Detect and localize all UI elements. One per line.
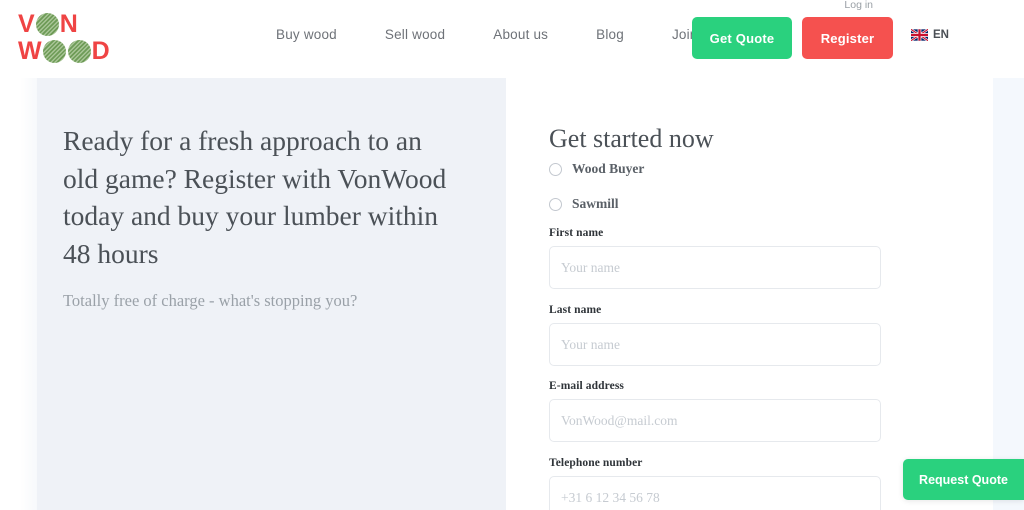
main-navigation: Buy wood Sell wood About us Blog Join us bbox=[268, 27, 740, 42]
nav-item-sell-wood[interactable]: Sell wood bbox=[361, 27, 469, 42]
hero-subheading: Totally free of charge - what's stopping… bbox=[63, 290, 358, 310]
label-telephone: Telephone number bbox=[549, 457, 643, 469]
hero-panel: Ready for a fresh approach to an old gam… bbox=[0, 78, 506, 510]
first-name-input[interactable] bbox=[549, 246, 881, 289]
radio-label-wood-buyer: Wood Buyer bbox=[572, 161, 645, 176]
field-first-name: First name bbox=[549, 227, 881, 289]
label-first-name: First name bbox=[549, 227, 604, 239]
logo-ring-icon bbox=[35, 13, 59, 36]
form-title: Get started now bbox=[549, 123, 714, 153]
right-edge-band bbox=[993, 78, 1024, 510]
vonwood-logo[interactable]: V N W D bbox=[18, 11, 122, 65]
field-telephone: Telephone number bbox=[549, 457, 881, 510]
logo-letter-v: V bbox=[18, 10, 35, 38]
logo-ring-icon bbox=[42, 40, 66, 63]
label-last-name: Last name bbox=[549, 304, 602, 316]
login-link[interactable]: Log in bbox=[844, 0, 873, 11]
get-quote-button[interactable]: Get Quote bbox=[692, 17, 792, 59]
label-email: E-mail address bbox=[549, 380, 624, 392]
site-header: V N W D Buy wood Sell wood About us Blog… bbox=[0, 0, 1024, 78]
nav-item-blog[interactable]: Blog bbox=[572, 27, 648, 42]
registration-form-panel: Get started now Wood Buyer Sawmill First… bbox=[506, 78, 993, 510]
email-input[interactable] bbox=[549, 399, 881, 442]
page-body: Ready for a fresh approach to an old gam… bbox=[0, 78, 1024, 510]
logo-line-2: W D bbox=[18, 38, 122, 65]
nav-item-buy-wood[interactable]: Buy wood bbox=[268, 27, 361, 42]
language-selector[interactable]: EN bbox=[911, 29, 949, 41]
radio-option-wood-buyer[interactable]: Wood Buyer bbox=[549, 161, 644, 177]
logo-line-1: V N bbox=[18, 11, 122, 38]
request-quote-floating-button[interactable]: Request Quote bbox=[903, 459, 1024, 500]
left-edge-gradient bbox=[0, 78, 37, 510]
radio-label-sawmill: Sawmill bbox=[572, 196, 619, 211]
logo-letter-d: D bbox=[91, 37, 110, 65]
logo-ring-icon bbox=[67, 40, 91, 63]
uk-flag-icon bbox=[911, 29, 928, 41]
nav-item-about-us[interactable]: About us bbox=[469, 27, 572, 42]
telephone-input[interactable] bbox=[549, 476, 881, 510]
radio-circle-icon[interactable] bbox=[549, 197, 562, 211]
logo-letter-w: W bbox=[18, 37, 42, 65]
language-code-label: EN bbox=[933, 29, 949, 41]
registration-page: V N W D Buy wood Sell wood About us Blog… bbox=[0, 0, 1024, 510]
radio-option-sawmill[interactable]: Sawmill bbox=[549, 196, 619, 212]
logo-letter-n: N bbox=[59, 10, 78, 38]
register-button[interactable]: Register bbox=[802, 17, 893, 59]
page-title: Ready for a fresh approach to an old gam… bbox=[63, 125, 447, 269]
field-last-name: Last name bbox=[549, 304, 881, 366]
last-name-input[interactable] bbox=[549, 323, 881, 366]
radio-circle-icon[interactable] bbox=[549, 162, 562, 176]
field-email: E-mail address bbox=[549, 380, 881, 442]
